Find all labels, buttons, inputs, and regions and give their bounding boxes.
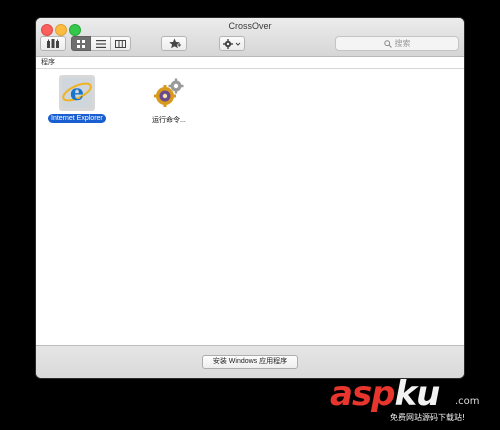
run-command-icon: [153, 78, 184, 107]
svg-text:e: e: [70, 80, 84, 106]
star-add-icon: [168, 38, 181, 49]
search-icon: [383, 39, 392, 48]
app-item-run-command[interactable]: 运行命令...: [149, 75, 189, 126]
chevron-down-icon: [235, 42, 241, 46]
aspku-watermark-logo: aspku: [330, 374, 440, 414]
list-view-button[interactable]: [91, 36, 111, 51]
watermark-tld: .com: [455, 396, 480, 407]
crossover-window: CrossOver 搜索 程序 e Internet Explorer 运行命令…: [36, 18, 464, 378]
list-view-icon: [95, 39, 106, 48]
action-menu-button[interactable]: [219, 36, 245, 51]
gear-icon: [223, 38, 233, 49]
install-windows-app-button[interactable]: 安装 Windows 应用程序: [202, 355, 298, 369]
search-field[interactable]: 搜索: [335, 36, 459, 51]
view-mode-segmented-control: [71, 36, 131, 51]
app-icon-wrapper: [151, 75, 187, 111]
app-icon-wrapper: e: [58, 75, 95, 111]
column-view-icon: [115, 39, 126, 48]
app-item-internet-explorer[interactable]: e Internet Explorer: [48, 75, 106, 123]
bottles-icon: [47, 39, 59, 48]
column-view-button[interactable]: [111, 36, 131, 51]
search-placeholder: 搜索: [394, 39, 411, 48]
window-title: CrossOver: [228, 21, 272, 31]
programs-section-header: 程序: [36, 57, 464, 69]
app-label: 运行命令...: [152, 117, 186, 124]
bottles-button[interactable]: [40, 36, 66, 51]
add-favorite-button[interactable]: [161, 36, 187, 51]
grid-view-button[interactable]: [71, 36, 91, 51]
grid-view-icon: [77, 39, 85, 48]
programs-grid: e Internet Explorer 运行命令...: [36, 69, 464, 345]
app-label: Internet Explorer: [48, 114, 106, 123]
internet-explorer-icon: e: [61, 78, 92, 108]
titlebar: CrossOver 搜索: [36, 18, 464, 57]
watermark-subtitle: 免费网站源码下载站!: [390, 413, 466, 422]
